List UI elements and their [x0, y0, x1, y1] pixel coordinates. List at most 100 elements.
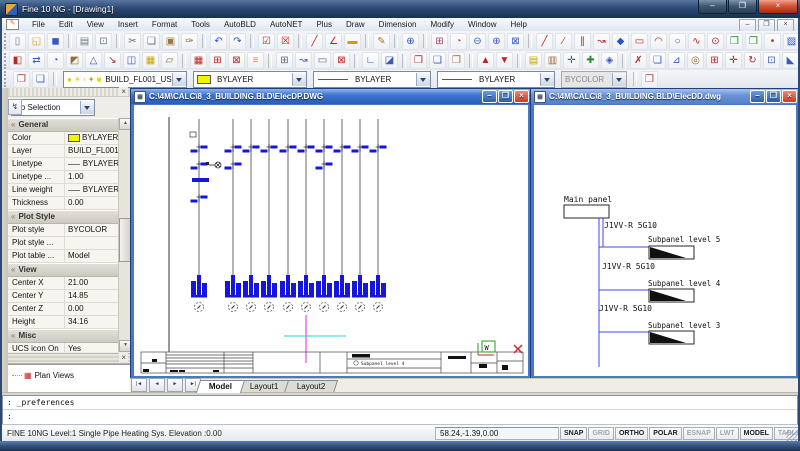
layers-stack-icon[interactable]: ▥: [544, 52, 561, 69]
polygon-icon[interactable]: ◆: [612, 33, 629, 50]
section-header-plot-style[interactable]: «Plot Style: [8, 210, 119, 224]
color-dropdown[interactable]: BYLAYER: [193, 71, 307, 88]
collapse-icon[interactable]: «: [11, 120, 15, 129]
menu-item[interactable]: Draw: [339, 20, 372, 29]
gem-tool-icon[interactable]: ◈: [601, 52, 618, 69]
toggle-grid[interactable]: GRID: [588, 427, 614, 440]
viewport-icon[interactable]: ◫: [123, 52, 140, 69]
zoom-extents-icon[interactable]: ⊠: [507, 33, 524, 50]
minimize-button[interactable]: –: [698, 0, 727, 14]
toolbar-grip[interactable]: [4, 53, 6, 69]
menu-item[interactable]: Dimension: [372, 20, 424, 29]
cut-icon[interactable]: ✂: [124, 33, 141, 50]
single-line-diagram[interactable]: Subpanel level 4 W: [134, 105, 528, 376]
menu-item[interactable]: View: [80, 20, 111, 29]
property-row[interactable]: Layer BUILD_FL001_: [8, 145, 119, 158]
child-close-button[interactable]: ×: [782, 90, 797, 103]
quick-select-button[interactable]: ↯: [8, 99, 22, 115]
child-minimize-button[interactable]: –: [750, 90, 765, 103]
new-icon[interactable]: ▯: [9, 33, 26, 50]
collapse-icon[interactable]: «: [11, 331, 15, 340]
plot-style-manager-icon[interactable]: ❒: [641, 71, 658, 88]
flatten-icon[interactable]: ▱: [161, 52, 178, 69]
array-icon[interactable]: ⊞: [706, 52, 723, 69]
linetype-dropdown[interactable]: BYLAYER: [313, 71, 431, 88]
move-icon[interactable]: ✛: [725, 52, 742, 69]
zoom-in-icon[interactable]: ⊕: [488, 33, 505, 50]
menu-item[interactable]: Tools: [184, 20, 217, 29]
lineweight-dropdown[interactable]: BYLAYER: [437, 71, 555, 88]
layer-on-icon[interactable]: ●: [67, 75, 72, 84]
resize-grip[interactable]: [786, 430, 797, 441]
add-tool-icon[interactable]: ✚: [582, 52, 599, 69]
redline-icon[interactable]: ╱: [306, 33, 323, 50]
toggle-esnap[interactable]: ESNAP: [683, 427, 715, 440]
plan-views-grip[interactable]: ×: [8, 353, 130, 364]
circle-icon[interactable]: ○: [669, 33, 686, 50]
linetype-bars-icon[interactable]: ▤: [525, 52, 542, 69]
ucs-dialog-icon[interactable]: ◪: [381, 52, 398, 69]
polyline-edit-icon[interactable]: ◔: [47, 52, 64, 69]
offset-icon[interactable]: ◎: [687, 52, 704, 69]
child-restore-button[interactable]: ❐: [766, 90, 781, 103]
property-row[interactable]: Color BYLAYER: [8, 132, 119, 145]
move-down-icon[interactable]: ▼: [496, 52, 513, 69]
property-row[interactable]: Center Z 0.00: [8, 303, 119, 316]
property-row[interactable]: Center Y 14.85: [8, 290, 119, 303]
scale-icon[interactable]: ⊡: [763, 52, 780, 69]
match-properties-icon[interactable]: ✑: [181, 33, 198, 50]
nested-copy-icon[interactable]: ❐: [448, 52, 465, 69]
child-close-button[interactable]: ×: [514, 90, 529, 103]
zoom-out-icon[interactable]: ⊖: [469, 33, 486, 50]
toggle-ortho[interactable]: ORTHO: [615, 427, 648, 440]
toggle-model[interactable]: MODEL: [740, 427, 773, 440]
palette-grip[interactable]: ×: [8, 88, 130, 97]
drawing-canvas-elecdd[interactable]: Main panel J1VV-R 5G10 Subpanel level 5 …: [534, 105, 796, 376]
cell-edit-icon[interactable]: ⊠: [333, 52, 350, 69]
copy-icon[interactable]: ❏: [143, 33, 160, 50]
collapse-icon[interactable]: «: [11, 265, 15, 274]
tree-item-plan-views[interactable]: ▦ Plan Views: [8, 369, 130, 382]
hatch-icon[interactable]: ▨: [783, 33, 798, 50]
menu-item[interactable]: Modify: [423, 20, 461, 29]
menu-item[interactable]: File: [25, 20, 52, 29]
paste-icon[interactable]: ▣: [162, 33, 179, 50]
table-icon[interactable]: ⊞: [276, 52, 293, 69]
tab-next-button[interactable]: ►: [167, 378, 183, 392]
property-row[interactable]: Plot style BYCOLOR: [8, 224, 119, 237]
menu-item[interactable]: Insert: [111, 20, 145, 29]
grid-style-d-icon[interactable]: ≡: [247, 52, 264, 69]
property-row[interactable]: Thickness 0.00: [8, 197, 119, 210]
ellipse-icon[interactable]: ⊙: [707, 33, 724, 50]
menu-item[interactable]: Plus: [309, 20, 339, 29]
lineweight-icon[interactable]: ▬: [344, 33, 361, 50]
palette-close-icon[interactable]: ×: [119, 87, 128, 96]
child-restore-button[interactable]: ❐: [498, 90, 513, 103]
document-icon[interactable]: ✎: [6, 19, 19, 30]
section-header-misc[interactable]: «Misc: [8, 329, 119, 343]
chevron-down-icon[interactable]: [292, 73, 306, 86]
menu-item[interactable]: AutoNET: [263, 20, 309, 29]
ray-icon[interactable]: ∕: [555, 33, 572, 50]
layer-explorer-icon[interactable]: ❑: [32, 71, 49, 88]
menu-item[interactable]: Help: [503, 20, 533, 29]
snap-tool-icon[interactable]: ✛: [563, 52, 580, 69]
ucs-icon[interactable]: ∟: [362, 52, 379, 69]
menu-item[interactable]: Window: [461, 20, 503, 29]
property-row[interactable]: Line weight BYLAYER: [8, 184, 119, 197]
grid-style-c-icon[interactable]: ⊠: [228, 52, 245, 69]
edit-attribute-icon[interactable]: ◧: [9, 52, 26, 69]
triangle-tool-icon[interactable]: △: [85, 52, 102, 69]
angle-measure-icon[interactable]: ∠: [325, 33, 342, 50]
toggle-snap[interactable]: SNAP: [560, 427, 587, 440]
convert-icon[interactable]: ◩: [66, 52, 83, 69]
match-layer-icon[interactable]: ⇄: [28, 52, 45, 69]
rectangle-icon[interactable]: ▭: [631, 33, 648, 50]
section-header-general[interactable]: «General: [8, 118, 119, 132]
spline-icon[interactable]: ∿: [688, 33, 705, 50]
markup-edit-icon[interactable]: ☒: [277, 33, 294, 50]
tab-prev-button[interactable]: ◄: [149, 378, 165, 392]
chevron-down-icon[interactable]: [172, 73, 186, 86]
property-row[interactable]: UCS icon On Yes: [8, 343, 119, 352]
rotate-icon[interactable]: ↻: [744, 52, 761, 69]
